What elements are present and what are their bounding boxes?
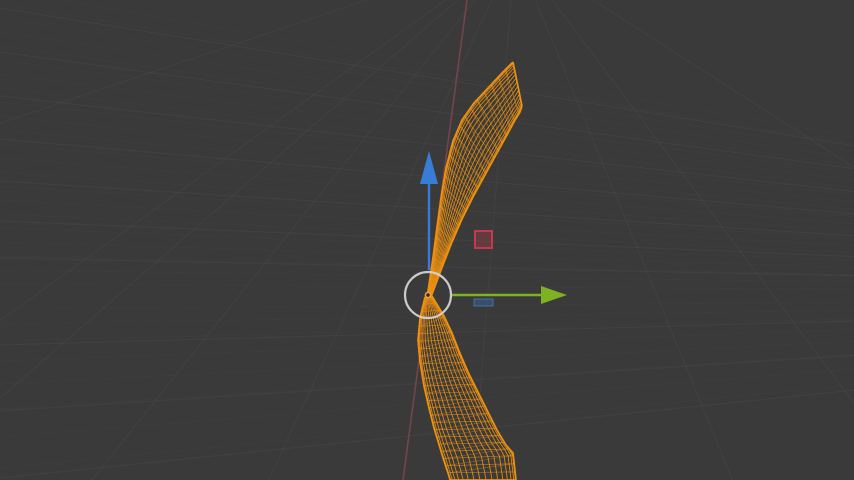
gizmo-plane-handle-z[interactable]	[474, 299, 493, 306]
object-origin-dot	[425, 292, 430, 297]
viewport-background	[0, 0, 854, 480]
blender-3d-viewport[interactable]	[0, 0, 854, 480]
gizmo-plane-handle-x[interactable]	[475, 231, 492, 248]
